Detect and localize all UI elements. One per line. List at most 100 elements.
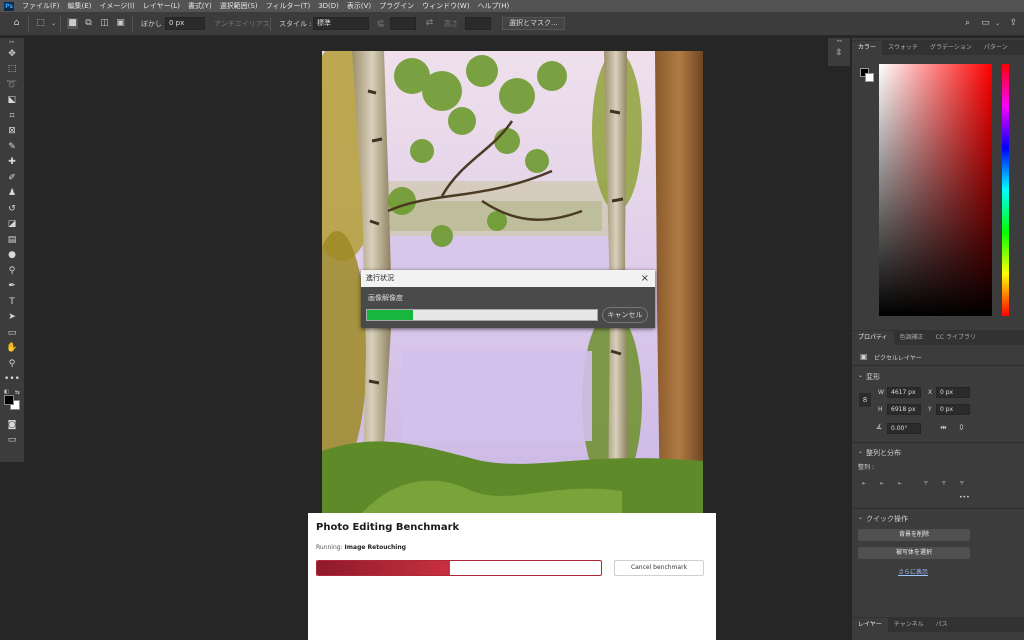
tab-cc-libraries[interactable]: CC ライブラリ: [930, 331, 982, 345]
close-icon[interactable]: ×: [641, 270, 649, 287]
align-bottom-icon[interactable]: ⫧: [958, 479, 966, 487]
healing-brush-tool-icon[interactable]: ✚: [0, 155, 24, 171]
rail-grip[interactable]: ◂◂: [830, 38, 848, 44]
stamp-tool-icon[interactable]: ♟: [0, 186, 24, 202]
zoom-tool-icon[interactable]: ⚲: [0, 356, 24, 372]
history-brush-tool-icon[interactable]: ↺: [0, 201, 24, 217]
x-field[interactable]: 0 px: [936, 387, 970, 398]
menu-select[interactable]: 選択範囲(S): [220, 1, 258, 11]
style-select[interactable]: 標準: [313, 17, 369, 30]
lasso-tool-icon[interactable]: ➰: [0, 77, 24, 93]
share-icon[interactable]: ⇪: [1008, 18, 1019, 29]
menu-file[interactable]: ファイル(F): [22, 1, 60, 11]
angle-field[interactable]: 0.00°: [887, 423, 921, 434]
menu-edit[interactable]: 編集(E): [68, 1, 92, 11]
width-field[interactable]: 4617 px: [887, 387, 921, 398]
chevron-down-icon[interactable]: ⌄: [858, 372, 863, 379]
chevron-down-icon[interactable]: ⌄: [858, 514, 863, 521]
tab-paths[interactable]: パス: [930, 618, 954, 632]
eraser-tool-icon[interactable]: ◪: [0, 217, 24, 233]
align-center-icon[interactable]: ⫦: [878, 479, 886, 487]
quick-mask-icon[interactable]: ◙: [0, 417, 24, 433]
feather-input[interactable]: 0 px: [165, 17, 205, 30]
add-selection-icon[interactable]: ⧉: [83, 18, 94, 29]
cancel-benchmark-button[interactable]: Cancel benchmark: [614, 560, 704, 576]
intersect-selection-icon[interactable]: ▣: [115, 18, 126, 29]
tab-swatches[interactable]: スウォッチ: [882, 41, 924, 55]
remove-background-button[interactable]: 背景を削除: [858, 529, 970, 541]
adjust-icon[interactable]: ⇳: [833, 48, 845, 60]
height-label: 高さ: [444, 20, 458, 28]
brush-tool-icon[interactable]: ✐: [0, 170, 24, 186]
workspace-icon[interactable]: ▭: [980, 18, 991, 29]
tab-adjustments[interactable]: 色調補正: [894, 331, 930, 345]
swap-colors-icon[interactable]: ⇆: [15, 389, 20, 396]
align-right-icon[interactable]: ⫦: [896, 479, 904, 487]
rectangle-tool-icon[interactable]: ▭: [0, 325, 24, 341]
tab-gradients[interactable]: グラデーション: [924, 41, 978, 55]
menu-type[interactable]: 書式(Y): [188, 1, 212, 11]
align-middle-icon[interactable]: ⫧: [940, 479, 948, 487]
crop-tool-icon[interactable]: ⌗: [0, 108, 24, 124]
type-tool-icon[interactable]: T: [0, 294, 24, 310]
feather-label: ぼかし :: [141, 20, 167, 28]
gradient-tool-icon[interactable]: ▤: [0, 232, 24, 248]
dodge-tool-icon[interactable]: ⚲: [0, 263, 24, 279]
select-and-mask-button[interactable]: 選択とマスク...: [502, 17, 565, 30]
eyedropper-tool-icon[interactable]: ✎: [0, 139, 24, 155]
menu-layer[interactable]: レイヤー(L): [143, 1, 180, 11]
tab-properties[interactable]: プロパティ: [852, 331, 894, 345]
chevron-down-icon[interactable]: ⌄: [48, 18, 59, 29]
flip-vertical-icon[interactable]: ⇳: [958, 423, 965, 432]
marquee-tool-icon[interactable]: ⬚: [0, 62, 24, 78]
path-select-tool-icon[interactable]: ➤: [0, 310, 24, 326]
home-icon[interactable]: ⌂: [11, 18, 22, 29]
color-swatches[interactable]: ◧ ⇆: [0, 387, 24, 417]
blur-tool-icon[interactable]: ●: [0, 248, 24, 264]
height-input[interactable]: [465, 17, 491, 30]
hue-slider[interactable]: [1002, 64, 1009, 316]
marquee-rect-icon[interactable]: ⬚: [35, 18, 46, 29]
hand-tool-icon[interactable]: ✋: [0, 341, 24, 357]
link-icon[interactable]: 8: [859, 393, 871, 407]
see-more-link[interactable]: さらに表示: [898, 567, 928, 576]
align-top-icon[interactable]: ⫧: [922, 479, 930, 487]
menu-help[interactable]: ヘルプ(H): [478, 1, 510, 11]
swap-icon[interactable]: ⇄: [424, 18, 435, 29]
subtract-selection-icon[interactable]: ◫: [99, 18, 110, 29]
antialias-checkbox[interactable]: アンチエイリアス: [214, 19, 270, 29]
tab-channels[interactable]: チャンネル: [888, 618, 930, 632]
screen-mode-icon[interactable]: ▭: [0, 433, 24, 449]
height-field[interactable]: 6918 px: [887, 404, 921, 415]
select-subject-button[interactable]: 被写体を選択: [858, 547, 970, 559]
foreground-color-swatch[interactable]: [4, 395, 14, 405]
search-icon[interactable]: ⌕: [962, 18, 973, 29]
menu-view[interactable]: 表示(V): [347, 1, 371, 11]
frame-tool-icon[interactable]: ⊠: [0, 124, 24, 140]
width-input[interactable]: [390, 17, 416, 30]
new-selection-icon[interactable]: ■: [67, 18, 78, 29]
align-left-icon[interactable]: ⫦: [860, 479, 868, 487]
tab-color[interactable]: カラー: [852, 41, 883, 55]
cancel-button[interactable]: キャンセル: [602, 307, 648, 323]
menu-3d[interactable]: 3D(D): [318, 2, 339, 10]
menu-plugins[interactable]: プラグイン: [379, 1, 414, 11]
y-field[interactable]: 0 px: [936, 404, 970, 415]
menu-filter[interactable]: フィルター(T): [266, 1, 311, 11]
flip-horizontal-icon[interactable]: ⇹: [940, 423, 947, 432]
tab-layers[interactable]: レイヤー: [852, 618, 888, 632]
toolbox-grip[interactable]: ▸▸: [0, 38, 24, 46]
chevron-down-icon[interactable]: ⌄: [858, 448, 863, 455]
pen-tool-icon[interactable]: ✒: [0, 279, 24, 295]
background-color-swatch[interactable]: [865, 73, 874, 82]
chevron-down-icon[interactable]: ⌄: [992, 18, 1003, 29]
more-tools-icon[interactable]: •••: [0, 372, 24, 388]
progress-caption: 画像解像度: [368, 294, 403, 302]
move-tool-icon[interactable]: ✥: [0, 46, 24, 62]
color-picker-field[interactable]: [879, 64, 992, 316]
object-select-tool-icon[interactable]: ⬕: [0, 93, 24, 109]
menu-image[interactable]: イメージ(I): [99, 1, 134, 11]
menu-window[interactable]: ウィンドウ(W): [422, 1, 469, 11]
tab-patterns[interactable]: パターン: [978, 41, 1014, 55]
more-options-icon[interactable]: •••: [959, 494, 970, 501]
